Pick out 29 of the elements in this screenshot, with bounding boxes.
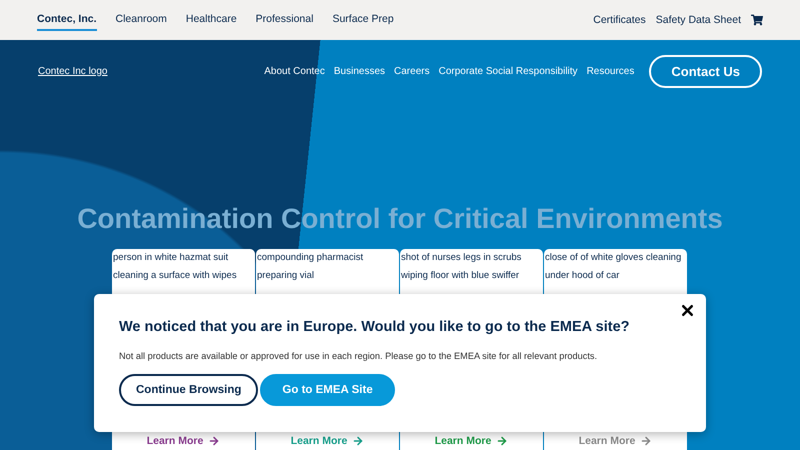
image-alt-text: close of of white gloves cleaning under hood of car [544, 251, 682, 283]
continue-button[interactable]: Continue Browsing [119, 374, 258, 406]
header-nav-link[interactable]: Resources [586, 66, 634, 76]
top-nav-tab[interactable]: Contec, Inc. [37, 9, 97, 31]
image-alt-text: person in white hazmat suit cleaning a surface with wipes [112, 251, 238, 283]
arrow-right-icon [496, 435, 508, 447]
image-alt-text: shot of nurses legs in scrubs wiping floor with blue swiffer [400, 251, 522, 283]
top-nav-tab[interactable]: Surface Prep [332, 9, 394, 31]
modal-title: We noticed that you are in Europe. Would you like to go to the EMEA site? [119, 318, 630, 337]
learn-more-link[interactable]: Learn More [434, 435, 508, 447]
logo-link[interactable]: Contec Inc logo [38, 66, 264, 76]
cart-icon[interactable] [751, 14, 763, 26]
close-icon[interactable] [679, 302, 696, 319]
header-nav-link[interactable]: About Contec [264, 66, 325, 76]
contact-us-button[interactable]: Contact Us [649, 54, 762, 88]
top-nav-tab[interactable]: Professional [256, 9, 314, 31]
arrow-right-icon [208, 435, 220, 447]
arrow-right-icon [352, 435, 364, 447]
header-nav-link[interactable]: Corporate Social Responsibility [438, 66, 578, 76]
arrow-right-icon [640, 435, 652, 447]
header-nav-link[interactable]: Businesses [334, 66, 386, 76]
learn-more-link[interactable]: Learn More [146, 435, 220, 447]
modal-text: Not all products are available or approved for use in each region. Please go to the EMEA site for all relevant products. [119, 350, 598, 361]
image-alt-text: compounding pharmacist preparing vial [256, 251, 364, 283]
top-nav-link[interactable]: Safety Data Sheet [656, 14, 741, 26]
header-nav-link[interactable]: Careers [394, 66, 430, 76]
top-nav-link[interactable]: Certificates [593, 14, 646, 26]
top-nav-tab[interactable]: Cleanroom [116, 9, 167, 31]
top-nav-tab[interactable]: Healthcare [186, 9, 237, 31]
